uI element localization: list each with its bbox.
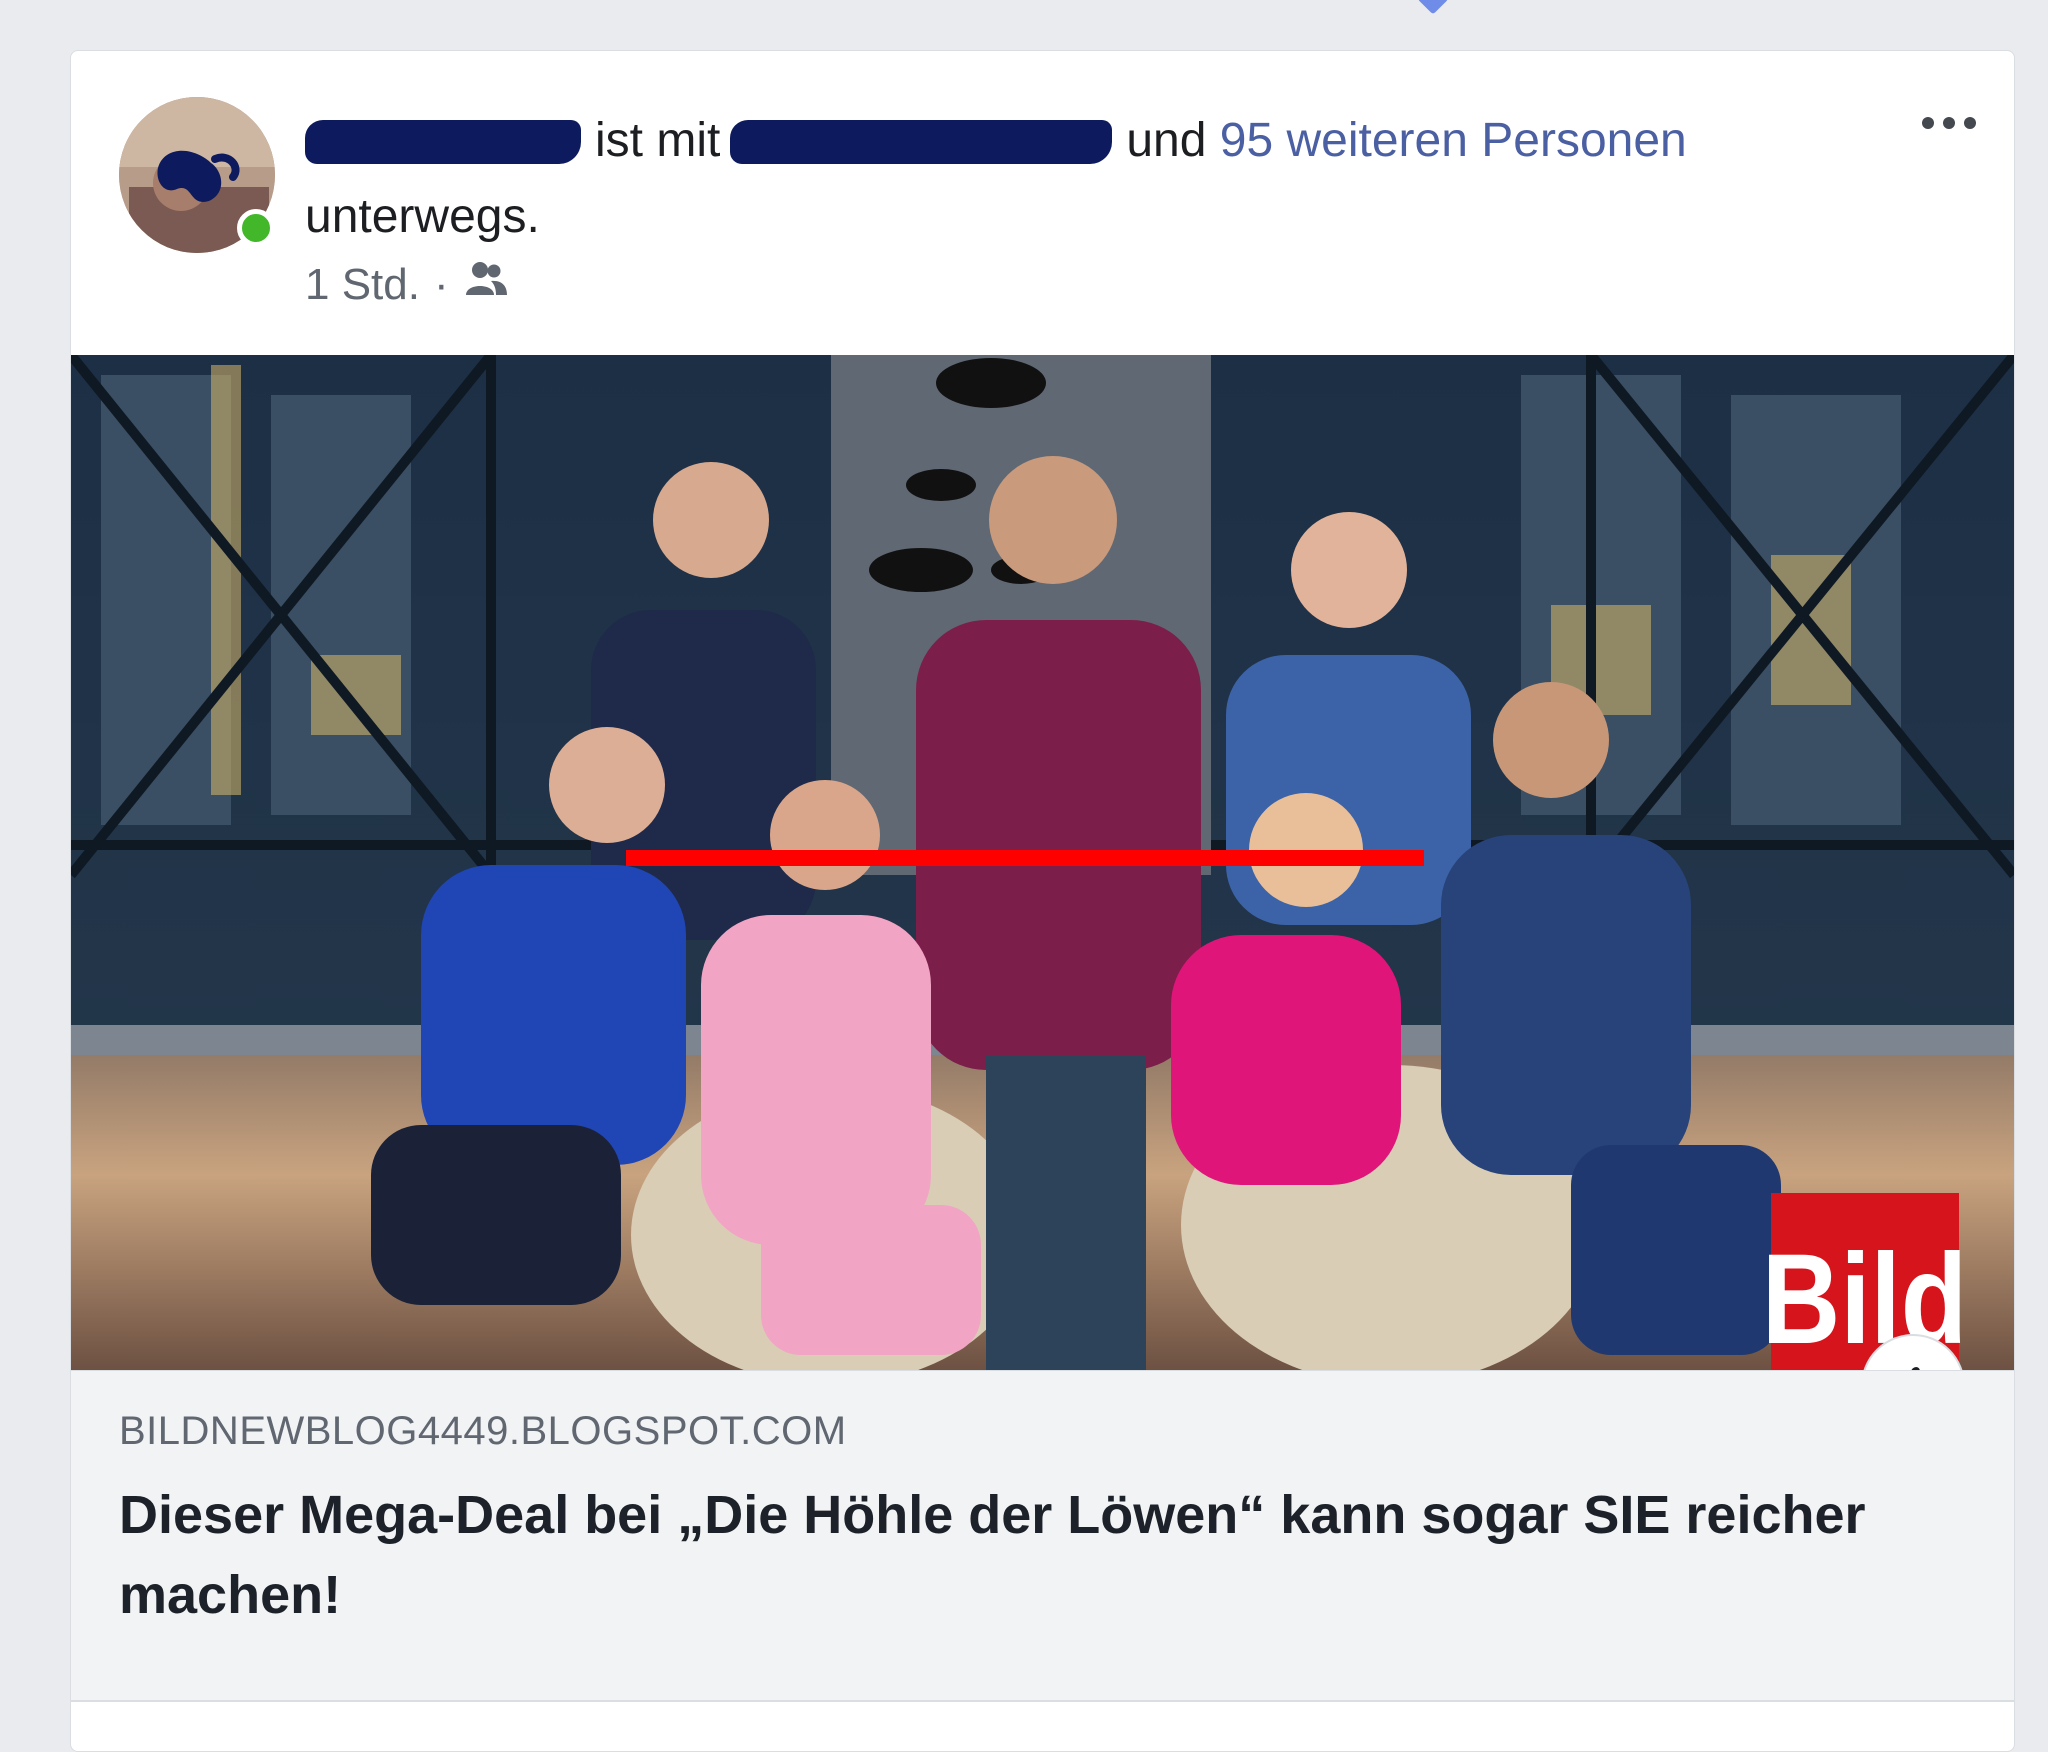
- post-image[interactable]: Bild: [71, 355, 2014, 1370]
- timestamp[interactable]: 1 Std.: [305, 260, 420, 310]
- post-meta: 1 Std. ·: [305, 259, 509, 310]
- link-preview[interactable]: BILDNEWBLOG4449.BLOGSPOT.COM Dieser Mega…: [71, 1370, 2014, 1701]
- others-link[interactable]: 95 weiteren Personen: [1220, 114, 1687, 167]
- people-icon[interactable]: [463, 259, 509, 310]
- author-name-redacted[interactable]: [305, 120, 581, 164]
- preview-domain: BILDNEWBLOG4449.BLOGSPOT.COM: [119, 1409, 847, 1453]
- top-caret: [1417, 0, 1449, 15]
- more-options-icon[interactable]: [1914, 105, 1984, 141]
- post-headline: ist mit und 95 weiteren Personen unterweg…: [305, 103, 1885, 255]
- online-status-dot: [237, 209, 275, 247]
- headline-text-with: ist mit: [595, 114, 721, 167]
- headline-text-end: unterwegs.: [305, 190, 540, 243]
- more-dot: [1943, 117, 1955, 129]
- feed-post: ist mit und 95 weiteren Personen unterweg…: [70, 50, 2015, 1752]
- preview-title: Dieser Mega-Deal bei „Die Höhle der Löwe…: [119, 1485, 1866, 1625]
- tagged-person-redacted[interactable]: [730, 120, 1113, 164]
- headline-text-and: und: [1126, 114, 1207, 167]
- more-dot: [1922, 117, 1934, 129]
- meta-separator: ·: [433, 259, 449, 309]
- more-dot: [1964, 117, 1976, 129]
- divider: [71, 1700, 2014, 1702]
